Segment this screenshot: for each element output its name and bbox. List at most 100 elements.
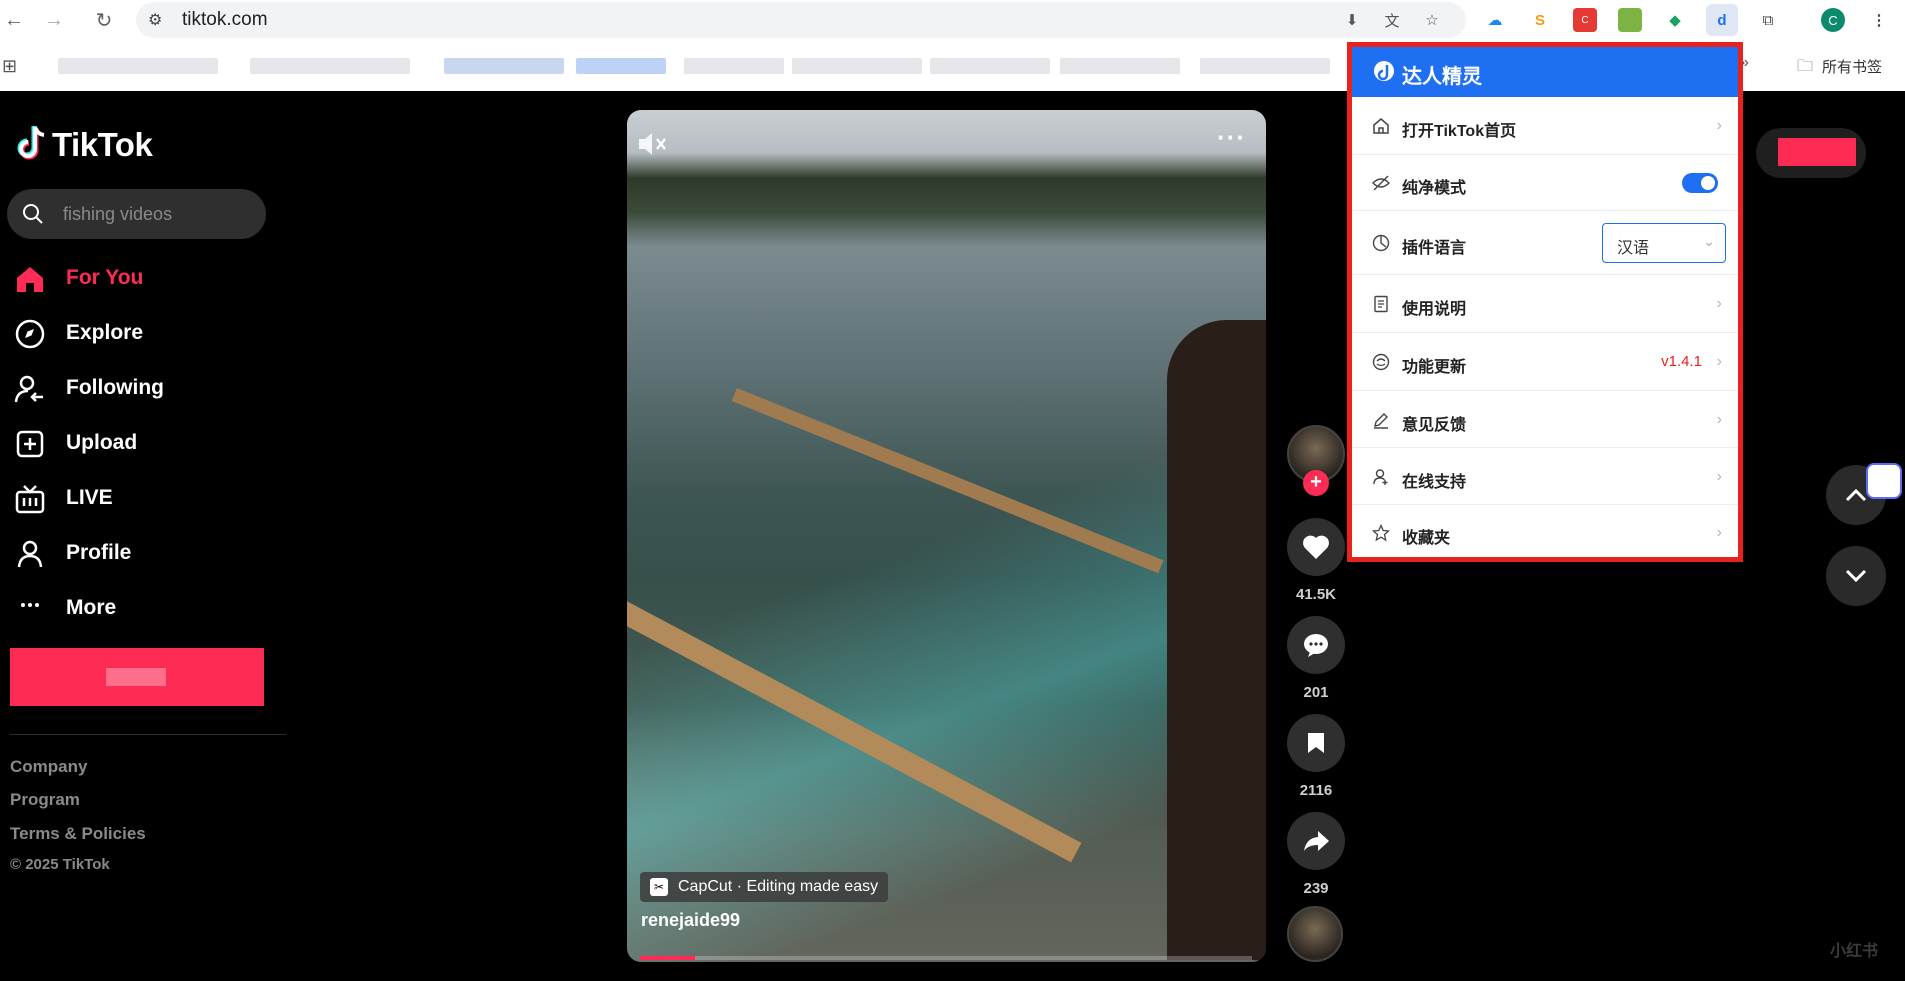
eye-off-icon	[1372, 175, 1390, 191]
login-button[interactable]	[10, 648, 264, 706]
bookmark-icon	[1308, 733, 1324, 753]
popup-item-support[interactable]: 在线支持 ›	[1352, 448, 1738, 505]
nav-for-you[interactable]: For You	[0, 254, 280, 300]
compass-icon	[15, 319, 45, 349]
address-bar[interactable]: ⚙	[136, 2, 1466, 38]
profile-avatar[interactable]: C	[1821, 8, 1845, 32]
get-app-button[interactable]	[1756, 128, 1866, 178]
nav-upload[interactable]: Upload	[0, 419, 280, 465]
tiktok-logo-icon[interactable]	[14, 124, 48, 162]
nav-label: Following	[66, 376, 164, 399]
popup-item-label: 打开TikTok首页	[1402, 123, 1517, 140]
extensions-puzzle-icon[interactable]: ⧉	[1756, 8, 1780, 32]
video-more-icon[interactable]: ···	[1217, 122, 1246, 153]
folder-icon: 🗀	[1797, 58, 1814, 75]
save-button[interactable]	[1287, 714, 1345, 772]
extension-daren-icon[interactable]: d	[1706, 4, 1738, 36]
share-button[interactable]	[1287, 812, 1345, 870]
next-video-button[interactable]	[1826, 546, 1886, 606]
capcut-badge[interactable]: ✂ CapCut · Editing made easy	[640, 872, 889, 902]
footer-link-terms[interactable]: Terms & Policies	[10, 824, 146, 844]
chevron-right-icon: ›	[1716, 353, 1722, 370]
language-select[interactable]: 汉语 ⌄	[1602, 223, 1726, 263]
video-player[interactable]: ···	[627, 110, 1266, 962]
document-icon	[1374, 295, 1388, 313]
bookmark-item[interactable]	[250, 58, 410, 74]
forward-button[interactable]: →	[40, 6, 68, 34]
nav-explore[interactable]: Explore	[0, 309, 280, 355]
comment-icon	[1304, 634, 1328, 657]
site-info-icon[interactable]: ⚙	[148, 10, 162, 30]
xiaohongshu-watermark: 小红书	[1830, 943, 1879, 960]
extension-popup: 达人精灵 打开TikTok首页 › 纯净模式 插件语言 汉语 ⌄ 使用说明 › …	[1347, 42, 1743, 562]
chevron-up-icon	[1845, 488, 1867, 502]
music-disc-avatar[interactable]	[1287, 906, 1343, 962]
pure-mode-toggle[interactable]	[1682, 173, 1718, 193]
following-icon	[14, 375, 43, 403]
chevron-down-icon	[1845, 569, 1867, 583]
home-icon	[17, 267, 43, 292]
share-arrow-icon	[1304, 831, 1329, 851]
popup-item-instructions[interactable]: 使用说明 ›	[1352, 275, 1738, 333]
popup-item-label: 在线支持	[1402, 474, 1467, 491]
edit-icon	[1374, 413, 1388, 429]
search-icon	[23, 204, 43, 224]
reload-button[interactable]: ↻	[90, 6, 118, 34]
extension-diamond-icon[interactable]: ◆	[1663, 8, 1687, 32]
extension-image-icon[interactable]	[1618, 8, 1642, 32]
capcut-icon: ✂	[650, 878, 668, 896]
language-icon	[1372, 234, 1390, 252]
save-count: 2116	[1299, 782, 1333, 799]
all-bookmarks-label[interactable]: 所有书签	[1822, 56, 1882, 77]
comment-button[interactable]	[1287, 616, 1345, 674]
popup-item-favorites[interactable]: 收藏夹 ›	[1352, 505, 1738, 557]
bookmark-item[interactable]	[792, 58, 922, 74]
back-button[interactable]: ←	[0, 6, 28, 34]
popup-item-pure-mode[interactable]: 纯净模式	[1352, 155, 1738, 211]
footer-link-program[interactable]: Program	[10, 790, 80, 810]
apps-grid-icon[interactable]: ⊞	[2, 56, 17, 77]
search-input[interactable]: fishing videos	[7, 189, 266, 239]
install-app-icon[interactable]: ⬇	[1340, 8, 1364, 32]
extension-s-icon[interactable]: S	[1528, 8, 1552, 32]
like-button[interactable]	[1287, 518, 1345, 576]
translate-icon[interactable]: 文	[1380, 8, 1404, 32]
browser-menu-icon[interactable]: ⋮	[1867, 8, 1891, 32]
bookmark-item[interactable]	[1200, 58, 1330, 74]
more-dots-icon	[21, 603, 39, 607]
popup-item-updates[interactable]: 功能更新 v1.4.1 ›	[1352, 333, 1738, 391]
bookmark-item[interactable]	[576, 58, 666, 74]
upload-icon	[16, 430, 44, 458]
extension-cloud-icon[interactable]: ☁	[1483, 8, 1507, 32]
nav-live[interactable]: LIVE	[0, 474, 280, 520]
comment-count: 201	[1303, 684, 1329, 701]
popup-item-label: 使用说明	[1402, 301, 1467, 318]
chevron-down-icon: ⌄	[1703, 233, 1715, 249]
popup-item-label: 意见反馈	[1402, 417, 1467, 434]
tiktok-logo-text[interactable]: TikTok	[52, 126, 153, 164]
nav-more[interactable]: More	[0, 584, 280, 630]
bookmark-item[interactable]	[58, 58, 218, 74]
like-count: 41.5K	[1295, 586, 1337, 603]
bookmark-star-icon[interactable]: ☆	[1420, 8, 1444, 32]
floating-assistant-icon[interactable]	[1866, 463, 1902, 499]
daren-logo-icon	[1374, 61, 1394, 81]
bookmark-item[interactable]	[444, 58, 564, 74]
nav-profile[interactable]: Profile	[0, 529, 280, 575]
mute-icon[interactable]	[637, 130, 669, 158]
nav-label: Upload	[66, 431, 138, 454]
extension-csdn-icon[interactable]: C	[1573, 8, 1597, 32]
bookmark-item[interactable]	[1060, 58, 1180, 74]
nav-label: More	[66, 596, 117, 619]
popup-item-open-home[interactable]: 打开TikTok首页 ›	[1352, 97, 1738, 155]
nav-label: Explore	[66, 321, 144, 344]
popup-item-feedback[interactable]: 意见反馈 ›	[1352, 391, 1738, 448]
video-progress-bar[interactable]	[640, 956, 1252, 960]
nav-following[interactable]: Following	[0, 364, 280, 410]
bookmark-item[interactable]	[930, 58, 1050, 74]
capcut-label: CapCut · Editing made easy	[678, 878, 879, 895]
bookmark-item[interactable]	[684, 58, 784, 74]
footer-link-company[interactable]: Company	[10, 757, 87, 777]
video-author[interactable]: renejaide99	[641, 910, 740, 931]
follow-plus-icon[interactable]: +	[1303, 470, 1329, 496]
